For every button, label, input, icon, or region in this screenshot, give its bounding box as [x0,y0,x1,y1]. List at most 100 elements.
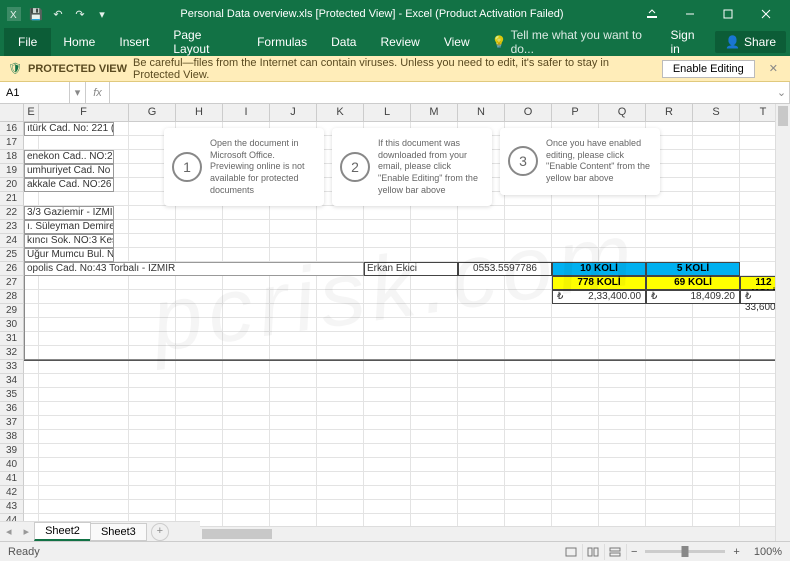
cell-address-22[interactable]: 3/3 Gaziemir - İZMİ [24,206,114,220]
row-header-22[interactable]: 22 [0,206,24,220]
col-header-J[interactable]: J [270,104,317,121]
col-header-K[interactable]: K [317,104,364,121]
share-button[interactable]: 👤Share [715,31,786,53]
cell-address-24[interactable]: kıncı Sok. NO:3 Keş [24,234,114,248]
cell-money-1[interactable]: ₺2,33,400.00 [552,290,646,304]
save-icon[interactable]: 💾 [28,6,44,22]
row-header-17[interactable]: 17 [0,136,24,150]
col-header-R[interactable]: R [646,104,693,121]
cells-area[interactable]: 1 Open the document in Microsoft Office.… [24,122,790,541]
col-header-Q[interactable]: Q [599,104,646,121]
col-header-E[interactable]: E [24,104,39,121]
cell-address-16[interactable]: ıtürk Cad. No: 221 ( [24,122,114,136]
row-header-30[interactable]: 30 [0,318,24,332]
sheet-nav-next-icon[interactable]: ▸ [18,525,36,538]
cell-address-19[interactable]: umhuriyet Cad. No [24,164,114,178]
home-tab[interactable]: Home [51,29,107,55]
signin-link[interactable]: Sign in [659,28,716,56]
row-header-26[interactable]: 26 [0,262,24,276]
col-header-O[interactable]: O [505,104,552,121]
row-header-29[interactable]: 29 [0,304,24,318]
col-header-F[interactable]: F [39,104,129,121]
row-header-24[interactable]: 24 [0,234,24,248]
pagebreak-view-icon[interactable] [605,544,627,560]
row-header-37[interactable]: 37 [0,416,24,430]
sheet-tab-sheet2[interactable]: Sheet2 [34,522,91,541]
row-header-32[interactable]: 32 [0,346,24,360]
row-header-28[interactable]: 28 [0,290,24,304]
zoom-out-button[interactable]: − [627,546,641,558]
undo-icon[interactable]: ↶ [50,6,66,22]
minimize-button[interactable] [672,4,708,24]
horizontal-scrollbar[interactable] [200,526,775,541]
sheet-nav-prev-icon[interactable]: ◂ [0,525,18,538]
row-header-25[interactable]: 25 [0,248,24,262]
review-tab[interactable]: Review [368,29,431,55]
row-header-39[interactable]: 39 [0,444,24,458]
col-header-S[interactable]: S [693,104,740,121]
cell-address-26[interactable]: opolis Cad. No:43 Torbalı - İZMİR [24,262,364,276]
cell-phone-26[interactable]: 0553.5597786 [458,262,552,276]
col-header-G[interactable]: G [129,104,176,121]
zoom-level[interactable]: 100% [754,546,782,558]
cell-address-23[interactable]: ı. Süleyman Demire [24,220,114,234]
col-header-I[interactable]: I [223,104,270,121]
row-header-19[interactable]: 19 [0,164,24,178]
cell-address-25[interactable]: Uğur Mumcu Bul. N [24,248,114,262]
row-header-21[interactable]: 21 [0,192,24,206]
file-tab[interactable]: File [4,28,51,56]
cell-name-26[interactable]: Erkan Ekici [364,262,458,276]
col-header-N[interactable]: N [458,104,505,121]
col-header-L[interactable]: L [364,104,411,121]
sheet-tab-sheet3[interactable]: Sheet3 [90,523,147,541]
row-header-27[interactable]: 27 [0,276,24,290]
tellme-search[interactable]: 💡Tell me what you want to do... [482,28,659,56]
formulas-tab[interactable]: Formulas [245,29,319,55]
cell-header-10koli[interactable]: 10 KOLİ [552,262,646,276]
close-bar-icon[interactable]: ✕ [765,62,782,75]
vertical-scrollbar[interactable] [775,104,790,541]
pagelayout-view-icon[interactable] [583,544,605,560]
cell-address-20[interactable]: akkale Cad. NO:26 [24,178,114,192]
view-tab[interactable]: View [432,29,482,55]
row-header-31[interactable]: 31 [0,332,24,346]
maximize-button[interactable] [710,4,746,24]
redo-icon[interactable]: ↷ [72,6,88,22]
row-headers[interactable]: 1617181920212223242526272829303132333435… [0,122,24,541]
fx-icon[interactable]: fx [86,82,110,103]
row-header-16[interactable]: 16 [0,122,24,136]
formula-bar[interactable] [110,82,774,103]
insert-tab[interactable]: Insert [107,29,161,55]
row-header-42[interactable]: 42 [0,486,24,500]
name-box[interactable]: A1 [0,82,70,103]
normal-view-icon[interactable] [561,544,583,560]
zoom-in-button[interactable]: + [729,546,743,558]
close-button[interactable] [748,4,784,24]
formula-expand-icon[interactable]: ⌄ [774,82,790,103]
col-header-H[interactable]: H [176,104,223,121]
cell-money-2[interactable]: ₺18,409.20 [646,290,740,304]
cell-header-5koli[interactable]: 5 KOLİ [646,262,740,276]
add-sheet-button[interactable]: + [151,523,169,541]
cell-69koli[interactable]: 69 KOLİ [646,276,740,290]
row-header-35[interactable]: 35 [0,388,24,402]
ribbon-options-icon[interactable] [634,4,670,24]
enable-editing-button[interactable]: Enable Editing [662,60,755,78]
row-header-36[interactable]: 36 [0,402,24,416]
namebox-dropdown-icon[interactable]: ▾ [70,82,86,103]
row-header-40[interactable]: 40 [0,458,24,472]
row-header-34[interactable]: 34 [0,374,24,388]
row-header-18[interactable]: 18 [0,150,24,164]
cell-778koli[interactable]: 778 KOLİ [552,276,646,290]
col-header-M[interactable]: M [411,104,458,121]
cell-address-18[interactable]: enekon Cad.. NO:2 [24,150,114,164]
row-header-43[interactable]: 43 [0,500,24,514]
row-header-41[interactable]: 41 [0,472,24,486]
row-header-38[interactable]: 38 [0,430,24,444]
column-headers[interactable]: EFGHIJKLMNOPQRST [0,104,790,122]
zoom-slider[interactable] [645,550,725,553]
qat-dropdown-icon[interactable]: ▾ [94,6,110,22]
data-tab[interactable]: Data [319,29,368,55]
row-header-20[interactable]: 20 [0,178,24,192]
col-header-P[interactable]: P [552,104,599,121]
